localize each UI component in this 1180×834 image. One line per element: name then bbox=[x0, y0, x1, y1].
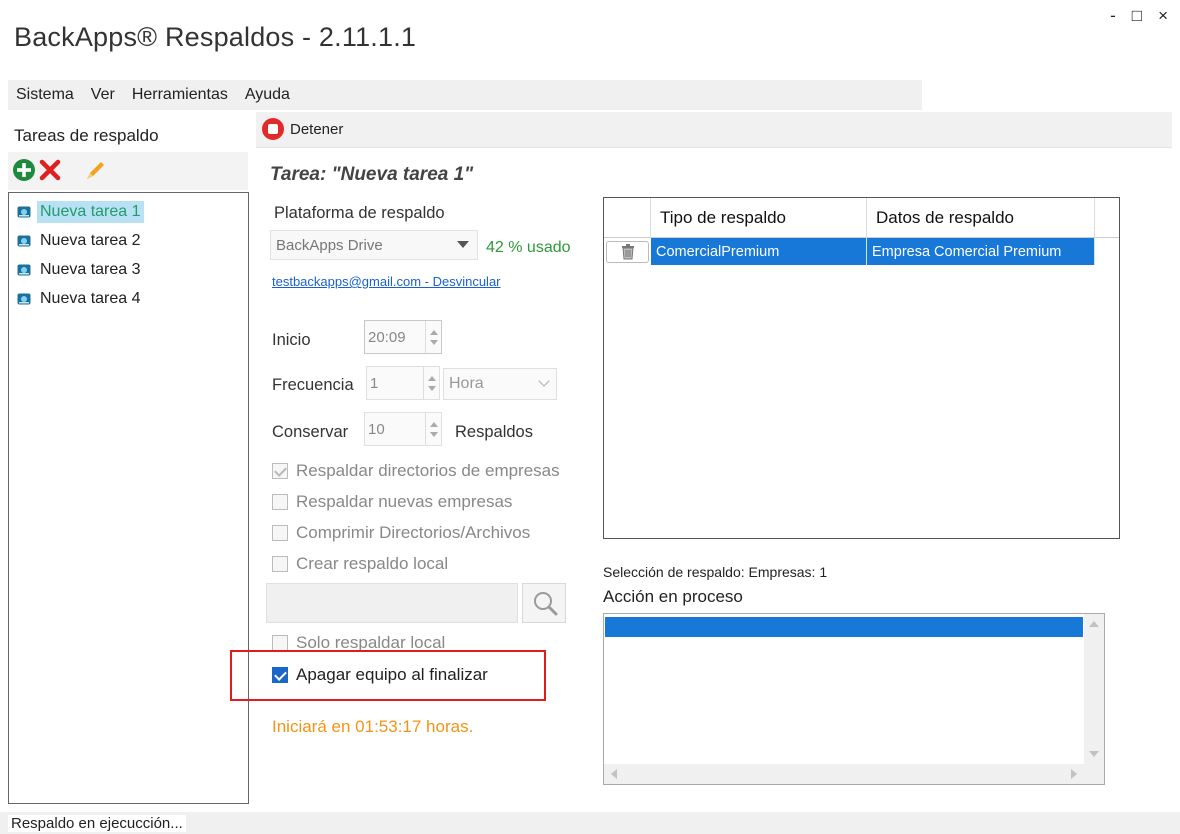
task-item-3[interactable]: Nueva tarea 3 bbox=[17, 257, 144, 283]
trash-icon bbox=[621, 244, 634, 260]
menu-ver[interactable]: Ver bbox=[82, 86, 123, 104]
start-time-value: 20:09 bbox=[368, 328, 406, 346]
stop-label: Detener bbox=[290, 120, 344, 138]
local-path-input[interactable] bbox=[266, 583, 518, 623]
platform-select[interactable]: BackApps Drive bbox=[270, 230, 478, 260]
task-item-4[interactable]: Nueva tarea 4 bbox=[17, 286, 144, 312]
main-toolbar bbox=[256, 112, 1172, 148]
sidebar-title: Tareas de respaldo bbox=[14, 126, 159, 145]
platform-label: Plataforma de respaldo bbox=[274, 204, 445, 222]
checkbox-box bbox=[272, 635, 288, 651]
delete-row-button[interactable] bbox=[606, 241, 649, 263]
platform-value: BackApps Drive bbox=[276, 236, 383, 254]
spinner-arrows-icon[interactable] bbox=[425, 413, 441, 445]
spinner-arrows-icon[interactable] bbox=[423, 367, 439, 399]
selection-summary: Selección de respaldo: Empresas: 1 bbox=[603, 564, 828, 580]
task-item-2[interactable]: Nueva tarea 2 bbox=[17, 228, 144, 254]
keep-value: 10 bbox=[368, 420, 385, 438]
start-time-input[interactable]: 20:09 bbox=[364, 320, 442, 354]
action-label: Acción en proceso bbox=[603, 587, 743, 606]
checkbox-label: Crear respaldo local bbox=[296, 554, 449, 573]
maximize-icon[interactable]: □ bbox=[1132, 6, 1142, 26]
scroll-up-icon[interactable] bbox=[1089, 621, 1099, 627]
keep-label: Conservar bbox=[272, 423, 349, 441]
menu-herramientas[interactable]: Herramientas bbox=[123, 86, 236, 104]
highlight-box bbox=[230, 650, 546, 701]
window-title: BackApps® Respaldos - 2.11.1.1 bbox=[14, 22, 417, 52]
plus-circle-icon[interactable] bbox=[12, 158, 36, 182]
process-selected-line[interactable] bbox=[605, 617, 1083, 637]
red-x-icon[interactable] bbox=[38, 158, 62, 182]
checkbox-box bbox=[272, 556, 288, 572]
task-item-1[interactable]: Nueva tarea 1 bbox=[17, 199, 144, 225]
task-label: Nueva tarea 1 bbox=[37, 201, 144, 223]
status-text: Respaldo en ejecucción... bbox=[8, 815, 186, 832]
minimize-icon[interactable]: - bbox=[1110, 6, 1116, 26]
table-header: Tipo de respaldo Datos de respaldo bbox=[604, 198, 1119, 238]
stop-button[interactable]: Detener bbox=[262, 118, 343, 140]
checkbox-box bbox=[272, 494, 288, 510]
frequency-unit-value: Hora bbox=[449, 375, 484, 392]
task-label: Nueva tarea 3 bbox=[40, 261, 141, 278]
checkbox-local-backup[interactable]: Crear respaldo local bbox=[272, 554, 448, 574]
scroll-left-icon[interactable] bbox=[611, 769, 617, 779]
process-log bbox=[603, 613, 1105, 785]
usage-text: 42 % usado bbox=[486, 239, 571, 256]
checkbox-label: Comprimir Directorios/Archivos bbox=[296, 523, 531, 542]
menu-ayuda[interactable]: Ayuda bbox=[236, 86, 298, 104]
frequency-label: Frecuencia bbox=[272, 376, 354, 394]
scroll-right-icon[interactable] bbox=[1071, 769, 1077, 779]
task-drive-icon bbox=[17, 264, 31, 276]
pencil-icon[interactable] bbox=[84, 158, 108, 182]
start-label: Inicio bbox=[272, 331, 311, 349]
checkbox-compress[interactable]: Comprimir Directorios/Archivos bbox=[272, 523, 530, 543]
task-drive-icon bbox=[17, 293, 31, 305]
menu-bar: Sistema Ver Herramientas Ayuda bbox=[8, 80, 922, 110]
task-drive-icon bbox=[17, 206, 31, 218]
checkbox-box bbox=[272, 463, 288, 479]
spinner-arrows-icon[interactable] bbox=[425, 321, 441, 353]
menu-sistema[interactable]: Sistema bbox=[8, 86, 82, 104]
task-heading: Tarea: "Nueva tarea 1" bbox=[270, 164, 474, 185]
frequency-input[interactable]: 1 bbox=[366, 366, 440, 400]
task-label: Nueva tarea 4 bbox=[40, 290, 141, 307]
vertical-scrollbar[interactable] bbox=[1084, 614, 1104, 764]
scroll-down-icon[interactable] bbox=[1089, 751, 1099, 757]
account-unlink-link[interactable]: testbackapps@gmail.com - Desvincular bbox=[272, 274, 501, 289]
cell-backup-type: ComercialPremium bbox=[651, 238, 867, 265]
column-header-action bbox=[604, 198, 651, 238]
keep-input[interactable]: 10 bbox=[364, 412, 442, 446]
task-label: Nueva tarea 2 bbox=[40, 232, 141, 249]
task-drive-icon bbox=[17, 235, 31, 247]
stop-icon bbox=[262, 118, 284, 140]
backup-table: Tipo de respaldo Datos de respaldo Comer… bbox=[603, 197, 1120, 539]
checkbox-company-dirs[interactable]: Respaldar directorios de empresas bbox=[272, 461, 560, 481]
cell-backup-data: Empresa Comercial Premium bbox=[867, 238, 1095, 265]
checkbox-new-companies[interactable]: Respaldar nuevas empresas bbox=[272, 492, 512, 512]
checkbox-box bbox=[272, 525, 288, 541]
frequency-unit-select[interactable]: Hora bbox=[443, 368, 557, 400]
dropdown-caret-icon bbox=[457, 241, 469, 248]
browse-button[interactable] bbox=[522, 583, 566, 623]
checkbox-label: Respaldar nuevas empresas bbox=[296, 492, 513, 511]
checkbox-label: Respaldar directorios de empresas bbox=[296, 461, 560, 480]
countdown-text: Iniciará en 01:53:17 horas. bbox=[272, 717, 474, 736]
horizontal-scrollbar[interactable] bbox=[604, 764, 1104, 784]
search-icon bbox=[534, 592, 558, 616]
column-header-data[interactable]: Datos de respaldo bbox=[867, 198, 1095, 238]
close-icon[interactable]: × bbox=[1158, 6, 1168, 26]
window-controls: - □ × bbox=[1110, 6, 1168, 26]
chevron-down-icon bbox=[538, 375, 550, 387]
column-header-type[interactable]: Tipo de respaldo bbox=[651, 198, 867, 238]
keep-unit-label: Respaldos bbox=[455, 423, 533, 441]
frequency-value: 1 bbox=[370, 374, 379, 392]
table-row[interactable]: ComercialPremium Empresa Comercial Premi… bbox=[604, 238, 1119, 265]
task-list: Nueva tarea 1 Nueva tarea 2 Nueva tarea … bbox=[8, 192, 249, 804]
